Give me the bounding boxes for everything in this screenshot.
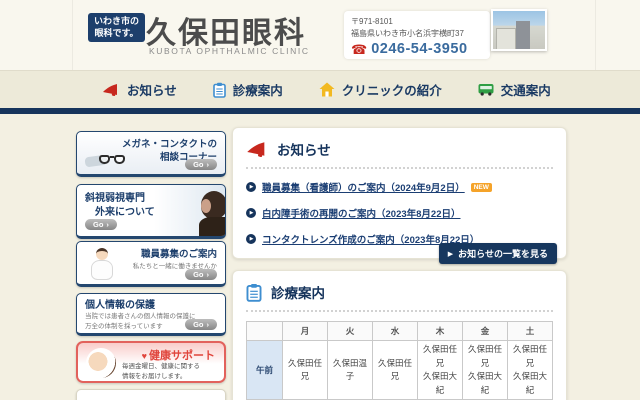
nav-item-schedule[interactable]: 診療案内 [212,80,283,99]
col-header [246,321,283,341]
chevron-right-icon: › [206,320,210,329]
arrow-right-icon: ▶ [447,250,454,258]
phone-row: ☎ 0246-54-3950 [351,41,483,57]
col-header: 土 [507,321,553,341]
news-list: ▶ 職員募集（看護師）のご案内（2024年9月2日） NEW ▶ 白内障手術の再… [246,180,553,246]
chevron-right-icon: › [206,160,210,169]
clinic-badge: いわき市の 眼科です。 [88,13,146,43]
section-title: お知らせ [277,143,331,158]
heart-icon: ♥ [141,351,147,361]
megaphone-icon [102,83,120,96]
go-button[interactable]: Go › [185,159,217,170]
bus-icon [478,83,494,96]
schedule-heading: 診療案内 [246,282,553,312]
schedule-cell: 久保田任兄 [282,339,328,400]
phone-number: 0246-54-3950 [371,41,468,57]
chevron-right-icon: › [206,270,210,279]
col-header: 火 [327,321,373,341]
schedule-section: 診療案内 月 火 水 木 金 土 午前 久保田任兄 久保田温子 久保田任兄 久保… [232,270,567,400]
page: いわき市の 眼科です。 久保田眼科 KUBOTA OPHTHALMIC CLIN… [0,0,640,400]
row-label: 午前 [246,339,283,400]
header: いわき市の 眼科です。 久保田眼科 KUBOTA OPHTHALMIC CLIN… [0,0,640,70]
schedule-table: 月 火 水 木 金 土 午前 久保田任兄 久保田温子 久保田任兄 久保田任兄 久… [246,321,553,400]
sidebar-banner-recruit[interactable]: 職員募集のご案内 私たちと一緒に働きませんか Go › [76,241,226,287]
banner-subtitle: 毎週金曜日、健康に関する 情報をお届けします。 [122,363,200,381]
news-link[interactable]: 職員募集（看護師）のご案内（2024年9月2日） [262,180,465,194]
news-item[interactable]: ▶ 白内障手術の再開のご案内（2023年8月22日） [246,206,553,220]
main-nav: お知らせ 診療案内 クリニックの紹介 交通案内 [0,70,640,108]
banner-title: 職員募集のご案内 [140,249,217,260]
patient-photo [195,191,225,236]
nurse-photo [86,348,116,378]
banner-title: ♥ 健康サポート [141,350,215,362]
nav-label: クリニックの紹介 [341,84,442,98]
clipboard-icon [246,283,262,302]
news-item[interactable]: ▶ 職員募集（看護師）のご案内（2024年9月2日） NEW [246,180,553,194]
news-heading: お知らせ [246,139,553,169]
nav-label: 交通案内 [500,84,551,98]
sidebar-banner-health-support[interactable]: ♥ 健康サポート 毎週金曜日、健康に関する 情報をお届けします。 [76,341,226,383]
banner-title: 斜視弱視専門 外来について [85,193,155,218]
go-button[interactable]: Go › [185,269,217,280]
schedule-cell: 久保田任兄 [372,339,418,400]
col-header: 水 [372,321,418,341]
schedule-cell: 久保田温子 [327,339,373,400]
postal-code: 〒971-8101 [351,17,393,26]
bullet-arrow-icon: ▶ [246,234,256,244]
banner-subtitle: 当院では患者さんの個人情報の保護に 万全の体制を採っています [85,313,196,330]
clinic-building-image [493,11,545,49]
nav-item-news[interactable]: お知らせ [102,80,177,99]
contact-box: 〒971-8101 福島県いわき市小名浜宇横町37 ☎ 0246-54-3950 [344,11,490,59]
go-button[interactable]: Go › [185,319,217,330]
sidebar-banner-strabismus[interactable]: 斜視弱視専門 外来について Go › [76,184,226,239]
news-section: お知らせ ▶ 職員募集（看護師）のご案内（2024年9月2日） NEW ▶ 白内… [232,127,567,264]
sidebar-banner-glasses-contact[interactable]: メガネ・コンタクトの 相談コーナー Go › [76,131,226,177]
schedule-cell: 久保田任兄 久保田大紀 [417,339,463,400]
news-link[interactable]: 白内障手術の再開のご案内（2023年8月22日） [262,206,461,220]
nav-item-clinic-intro[interactable]: クリニックの紹介 [319,80,442,99]
bullet-arrow-icon: ▶ [246,182,256,192]
nav-label: 診療案内 [232,84,283,98]
new-badge: NEW [470,182,492,192]
address: 福島県いわき市小名浜宇横町37 [351,29,464,38]
clipboard-icon [212,82,226,98]
divider-bar [0,108,640,114]
schedule-cell: 久保田任兄 久保田大紀 [462,339,508,400]
schedule-cell: 久保田任兄 久保田大紀 [507,339,553,400]
news-more-button[interactable]: ▶ お知らせの一覧を見る [438,243,557,264]
clinic-photo [491,9,547,51]
nav-label: お知らせ [127,84,177,98]
schedule-header-row: 月 火 水 木 金 土 [246,321,553,341]
news-more-label: お知らせの一覧を見る [458,249,548,259]
section-title: 診療案内 [271,286,325,301]
banner-title: 個人情報の保護 [85,300,155,311]
schedule-row-am: 午前 久保田任兄 久保田温子 久保田任兄 久保田任兄 久保田大紀 久保田任兄 久… [246,339,553,400]
col-header: 金 [462,321,508,341]
col-header: 月 [282,321,328,341]
col-header: 木 [417,321,463,341]
megaphone-icon [246,141,268,157]
sidebar-banner-privacy[interactable]: 個人情報の保護 当院では患者さんの個人情報の保護に 万全の体制を採っています G… [76,293,226,336]
go-button[interactable]: Go › [85,219,117,230]
clinic-name-en: KUBOTA OPHTHALMIC CLINIC [149,46,310,56]
nurse-illustration [89,248,115,282]
chevron-right-icon: › [106,220,109,229]
sidebar-banner-clipped [76,389,226,400]
phone-icon: ☎ [351,41,368,57]
bullet-arrow-icon: ▶ [246,208,256,218]
house-icon [319,82,335,97]
nav-item-access[interactable]: 交通案内 [478,80,551,99]
